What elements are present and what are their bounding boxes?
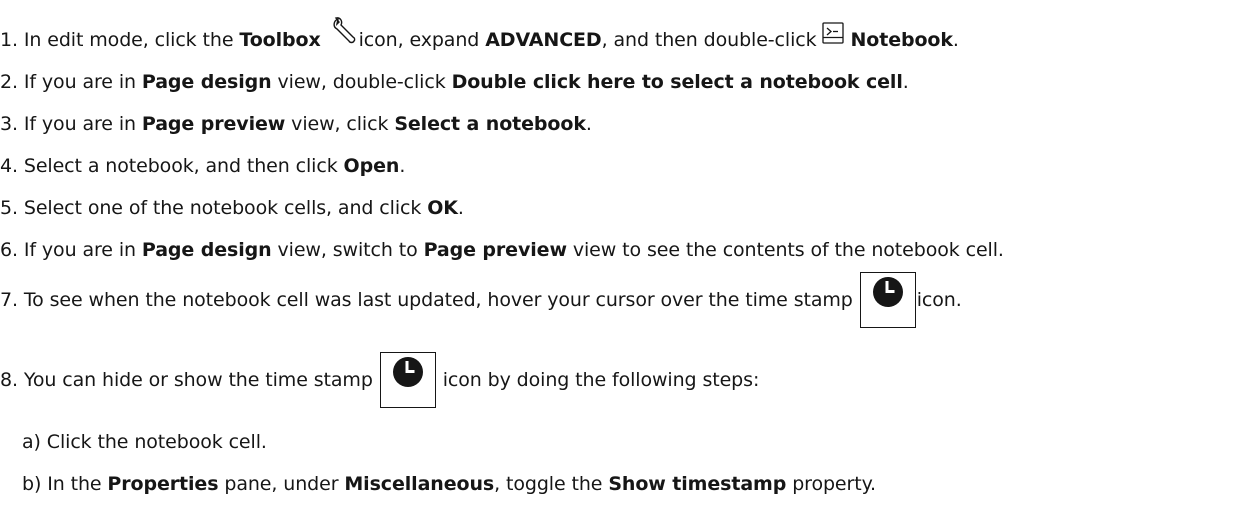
step-2: 2. If you are in Page design view, doubl…	[0, 70, 909, 94]
timestamp-icon	[859, 272, 916, 328]
step-1-end: .	[952, 29, 959, 51]
step-8b-end: property.	[786, 473, 876, 495]
ok-label: OK	[427, 197, 458, 219]
step-8b: b) In the Properties pane, under Miscell…	[22, 472, 876, 496]
step-7-text: 7. To see when the notebook cell was las…	[0, 289, 859, 311]
step-3-text: 3. If you are in	[0, 113, 142, 135]
step-8-end: icon by doing the following steps:	[436, 369, 760, 391]
step-1-text-3: , and then double-click	[601, 29, 823, 51]
toolbox-label: Toolbox	[239, 29, 321, 51]
step-7-end: icon.	[916, 289, 962, 311]
step-6-text-2: view, switch to	[271, 239, 424, 261]
page-design-label: Page design	[141, 71, 272, 93]
double-click-target-label: Double click here to select a notebook c…	[451, 71, 903, 93]
notebook-icon	[822, 21, 845, 50]
step-3-text-2: view, click	[285, 113, 395, 135]
show-timestamp-label: Show timestamp	[608, 473, 787, 495]
step-8: 8. You can hide or show the time stamp i…	[0, 352, 759, 408]
select-notebook-label: Select a notebook	[394, 113, 586, 135]
step-7: 7. To see when the notebook cell was las…	[0, 272, 962, 328]
step-4: 4. Select a notebook, and then click Ope…	[0, 154, 405, 178]
miscellaneous-label: Miscellaneous	[344, 473, 495, 495]
step-6-end: view to see the contents of the notebook…	[566, 239, 1004, 261]
step-8b-text-3: , toggle the	[494, 473, 609, 495]
step-1: 1. In edit mode, click the Toolbox icon,…	[0, 16, 959, 52]
page-design-label: Page design	[141, 239, 272, 261]
wrench-icon	[331, 16, 357, 52]
instruction-document: 1. In edit mode, click the Toolbox icon,…	[0, 0, 1244, 525]
step-8a-text: a) Click the notebook cell.	[22, 431, 267, 453]
properties-label: Properties	[107, 473, 219, 495]
step-1-text: 1. In edit mode, click the	[0, 29, 240, 51]
open-label: Open	[343, 155, 400, 177]
step-2-text: 2. If you are in	[0, 71, 142, 93]
notebook-label: Notebook	[850, 29, 953, 51]
step-3-end: .	[585, 113, 592, 135]
step-8b-text: b) In the	[22, 473, 108, 495]
step-6-text: 6. If you are in	[0, 239, 142, 261]
step-5-text: 5. Select one of the notebook cells, and…	[0, 197, 428, 219]
step-8a: a) Click the notebook cell.	[22, 430, 267, 454]
step-2-text-2: view, double-click	[271, 71, 452, 93]
step-4-text: 4. Select a notebook, and then click	[0, 155, 344, 177]
step-8-text: 8. You can hide or show the time stamp	[0, 369, 379, 391]
step-6: 6. If you are in Page design view, switc…	[0, 238, 1004, 262]
step-4-end: .	[399, 155, 406, 177]
step-3: 3. If you are in Page preview view, clic…	[0, 112, 592, 136]
step-1-text-2: icon, expand	[358, 29, 486, 51]
step-5-end: .	[457, 197, 464, 219]
page-preview-label: Page preview	[141, 113, 286, 135]
timestamp-icon	[379, 352, 436, 408]
page-preview-label: Page preview	[423, 239, 567, 261]
step-5: 5. Select one of the notebook cells, and…	[0, 196, 464, 220]
step-8b-text-2: pane, under	[218, 473, 345, 495]
step-2-end: .	[902, 71, 909, 93]
advanced-label: ADVANCED	[485, 29, 602, 51]
